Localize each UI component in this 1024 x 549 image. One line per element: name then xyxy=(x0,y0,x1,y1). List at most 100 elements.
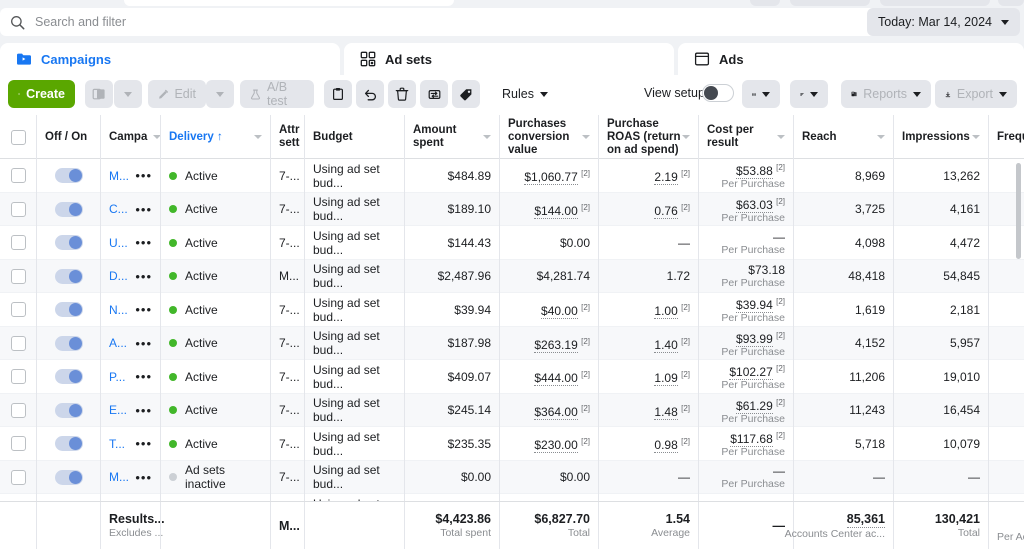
campaign-name-link[interactable]: T... xyxy=(109,437,125,451)
row-checkbox[interactable] xyxy=(10,436,26,452)
duplicate-dropdown-button[interactable] xyxy=(114,80,142,108)
cell-roas: 2.19 [2] xyxy=(598,159,698,193)
ab-test-button[interactable]: A/B test xyxy=(240,80,314,108)
row-more-menu-icon[interactable]: ••• xyxy=(135,202,152,217)
off-on-toggle[interactable] xyxy=(54,302,83,318)
table-row[interactable]: D... ••• Active M... Using ad set bud... $2,4… xyxy=(0,259,1024,293)
edit-button[interactable]: Edit xyxy=(148,80,206,108)
footer-amount-spent-value: $4,423.86 xyxy=(435,512,491,526)
view-setup-toggle[interactable] xyxy=(702,84,734,102)
row-checkbox[interactable] xyxy=(10,268,26,284)
row-more-menu-icon[interactable]: ••• xyxy=(135,336,152,351)
campaign-name-link[interactable]: C... xyxy=(109,202,128,216)
chevron-down-icon xyxy=(539,91,548,97)
off-on-toggle[interactable] xyxy=(54,335,83,351)
chevron-down-icon[interactable] xyxy=(682,135,690,139)
chevron-down-icon[interactable] xyxy=(777,135,785,139)
tab-adsets[interactable]: Ad sets xyxy=(344,43,674,75)
off-on-toggle[interactable] xyxy=(54,469,83,485)
chevron-down-icon[interactable] xyxy=(582,135,590,139)
off-on-toggle[interactable] xyxy=(54,168,83,184)
row-more-menu-icon[interactable]: ••• xyxy=(135,168,152,183)
chevron-down-icon[interactable] xyxy=(877,135,885,139)
table-row[interactable]: C... ••• Active 7-... Using ad set bud... $18… xyxy=(0,192,1024,226)
select-all-checkbox[interactable] xyxy=(10,129,26,145)
off-on-toggle[interactable] xyxy=(54,369,83,385)
chevron-down-icon[interactable] xyxy=(254,135,262,139)
breakdown-button[interactable] xyxy=(790,80,828,108)
cell-amount_spent: $245.14 xyxy=(404,393,499,427)
row-checkbox[interactable] xyxy=(10,302,26,318)
header-reach[interactable]: Reach xyxy=(793,115,893,159)
campaign-name-link[interactable]: A... xyxy=(109,336,127,350)
header-roas[interactable]: Purchase ROAS (return on ad spend) xyxy=(598,115,698,159)
row-checkbox[interactable] xyxy=(10,369,26,385)
row-more-menu-icon[interactable]: ••• xyxy=(135,369,152,384)
tab-ads[interactable]: Ads xyxy=(678,43,1024,75)
edit-dropdown-button[interactable] xyxy=(206,80,234,108)
row-more-menu-icon[interactable]: ••• xyxy=(135,470,152,485)
cell-cost-per-result: $93.99 [2] Per Purchase xyxy=(698,326,793,360)
chevron-down-icon[interactable] xyxy=(483,135,491,139)
delete-button[interactable] xyxy=(388,80,416,108)
header-delivery[interactable]: Delivery ↑ xyxy=(160,115,270,159)
campaign-name-link[interactable]: P... xyxy=(109,370,125,384)
table-row[interactable]: T... ••• Active 7-... Using ad set bud... $23… xyxy=(0,427,1024,461)
header-frequency[interactable]: Frequ xyxy=(988,115,1024,159)
campaign-name-link[interactable]: U... xyxy=(109,236,128,250)
off-on-toggle[interactable] xyxy=(54,235,83,251)
table-row[interactable]: P... ••• Active 7-... Using ad set bud... $40… xyxy=(0,360,1024,394)
row-checkbox[interactable] xyxy=(10,235,26,251)
date-range-picker[interactable]: Today: Mar 14, 2024 xyxy=(867,8,1020,36)
chevron-down-icon[interactable] xyxy=(972,135,980,139)
header-cost-per-result[interactable]: Cost per result xyxy=(698,115,793,159)
tab-campaigns[interactable]: Campaigns xyxy=(0,43,340,75)
rules-button[interactable]: Rules xyxy=(492,80,550,108)
table-row[interactable]: N... ••• Active 7-... Using ad set bud... $39… xyxy=(0,293,1024,327)
campaign-name-link[interactable]: M... xyxy=(109,169,129,183)
header-amount-spent[interactable]: Amount spent xyxy=(404,115,499,159)
clipboard-button[interactable] xyxy=(324,80,352,108)
campaign-name-link[interactable]: D... xyxy=(109,269,128,283)
off-on-toggle[interactable] xyxy=(54,268,83,284)
table-row[interactable]: E... ••• Active 7-... Using ad set bud... $24… xyxy=(0,393,1024,427)
tag-button[interactable] xyxy=(452,80,480,108)
off-on-toggle[interactable] xyxy=(54,402,83,418)
table-row[interactable]: M... ••• Active 7-... Using ad set bud... $48… xyxy=(0,159,1024,193)
vertical-scrollbar[interactable] xyxy=(1016,163,1021,259)
campaign-name-link[interactable]: M... xyxy=(109,470,129,484)
table-row[interactable]: A... ••• Active 7-... Using ad set bud... $18… xyxy=(0,326,1024,360)
header-purchases-conv-value[interactable]: Purchases conversion value xyxy=(499,115,598,159)
campaign-name-link[interactable]: N... xyxy=(109,303,128,317)
row-checkbox[interactable] xyxy=(10,201,26,217)
campaign-name-link[interactable]: E... xyxy=(109,403,127,417)
footer-results-value: Results... xyxy=(109,512,165,526)
row-more-menu-icon[interactable]: ••• xyxy=(135,436,152,451)
table-row[interactable]: M... ••• Ad sets inactive 7-... Using ad set… xyxy=(0,460,1024,494)
undo-button[interactable] xyxy=(356,80,384,108)
off-on-toggle[interactable] xyxy=(54,436,83,452)
row-more-menu-icon[interactable]: ••• xyxy=(135,235,152,250)
row-checkbox[interactable] xyxy=(10,469,26,485)
row-checkbox[interactable] xyxy=(10,168,26,184)
status-dot-icon xyxy=(169,238,177,247)
row-checkbox[interactable] xyxy=(10,402,26,418)
duplicate-button[interactable] xyxy=(85,80,113,108)
delivery-status-label: Ad sets inactive xyxy=(185,463,226,492)
transfer-button[interactable] xyxy=(420,80,448,108)
search-input[interactable]: Search and filter xyxy=(0,8,890,36)
row-more-menu-icon[interactable]: ••• xyxy=(135,269,152,284)
export-button[interactable]: Export xyxy=(935,80,1017,108)
row-more-menu-icon[interactable]: ••• xyxy=(135,302,152,317)
row-more-menu-icon[interactable]: ••• xyxy=(135,403,152,418)
header-campaign[interactable]: Campa xyxy=(100,115,162,159)
create-button[interactable]: Create xyxy=(8,80,75,108)
header-select-all[interactable] xyxy=(0,115,36,159)
cell-attr: 7-... xyxy=(270,192,304,226)
reports-button[interactable]: Reports xyxy=(841,80,931,108)
table-row[interactable]: U... ••• Active 7-... Using ad set bud... $14… xyxy=(0,226,1024,260)
header-impressions[interactable]: Impressions xyxy=(893,115,988,159)
row-checkbox[interactable] xyxy=(10,335,26,351)
off-on-toggle[interactable] xyxy=(54,201,83,217)
columns-button[interactable] xyxy=(742,80,780,108)
